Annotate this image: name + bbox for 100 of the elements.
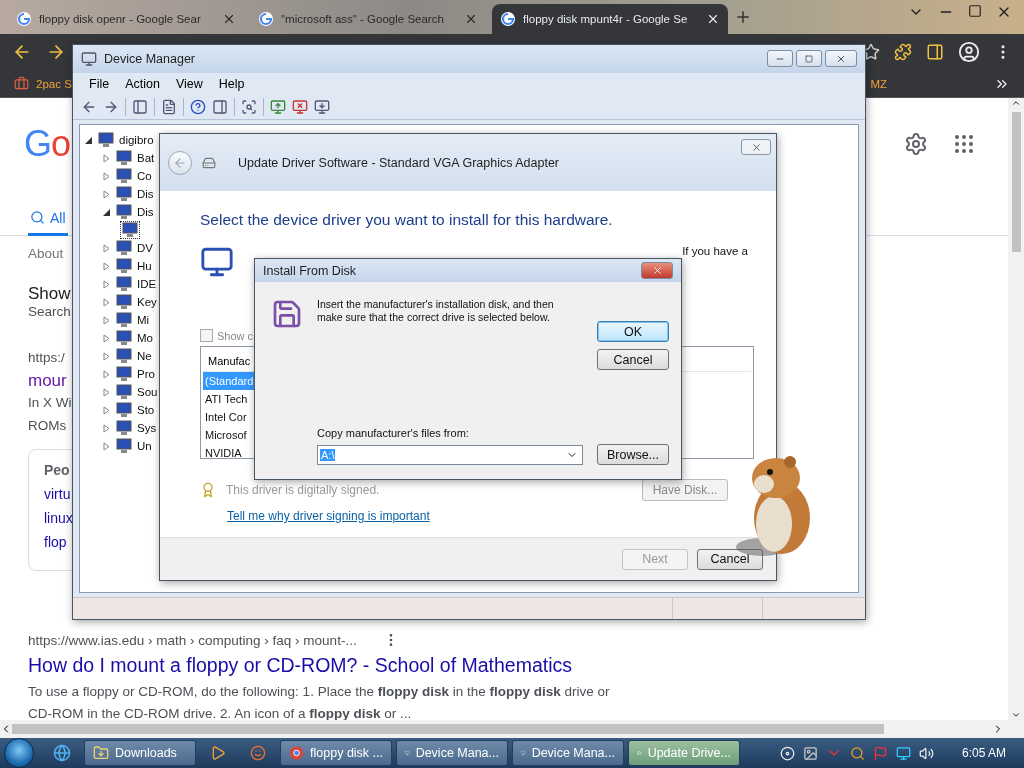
maximize-icon[interactable]	[968, 4, 982, 18]
tree-item-label[interactable]: Co	[137, 170, 152, 182]
close-button[interactable]	[641, 262, 673, 279]
browser-tab[interactable]: floppy disk openr - Google Sear	[8, 4, 244, 34]
collapsed-triangle-icon[interactable]	[103, 279, 111, 289]
tree-item-label[interactable]: Key	[137, 296, 157, 308]
browser-tab[interactable]: floppy disk mpunt4r - Google Se	[492, 4, 728, 34]
apps-icon[interactable]	[952, 132, 976, 156]
tree-item-label[interactable]: Sys	[137, 422, 157, 434]
scan-icon[interactable]	[241, 99, 257, 115]
sidebar-icon[interactable]	[926, 43, 944, 61]
profile-icon[interactable]	[958, 41, 980, 63]
cancel-button[interactable]: Cancel	[597, 349, 669, 370]
extensions-icon[interactable]	[894, 43, 912, 61]
scroll-up-icon[interactable]	[1011, 98, 1021, 108]
collapsed-triangle-icon[interactable]	[103, 351, 111, 361]
start-button[interactable]	[4, 738, 34, 768]
maximize-button[interactable]	[796, 50, 822, 67]
close-icon[interactable]	[464, 12, 478, 26]
search-icon[interactable]	[849, 745, 865, 761]
close-button[interactable]	[741, 139, 771, 155]
image-icon[interactable]	[802, 745, 818, 761]
ok-button[interactable]: OK	[597, 321, 669, 342]
collapsed-triangle-icon[interactable]	[103, 441, 111, 451]
tree-item-label[interactable]: Sto	[137, 404, 155, 416]
tree-item-label[interactable]: Un	[137, 440, 152, 452]
scroll-down-icon[interactable]	[1011, 710, 1021, 720]
collapsed-triangle-icon[interactable]	[103, 261, 111, 271]
list-item[interactable]: NVIDIA	[203, 444, 244, 458]
tree-item-label[interactable]: Hu	[137, 260, 152, 272]
collapsed-triangle-icon[interactable]	[103, 387, 111, 397]
device-icon	[115, 294, 133, 310]
checkbox[interactable]	[200, 329, 213, 342]
tree-item-label[interactable]: Pro	[137, 368, 155, 380]
collapsed-triangle-icon[interactable]	[103, 405, 111, 415]
tree-item-label[interactable]: Ne	[137, 350, 152, 362]
close-icon[interactable]	[706, 12, 720, 26]
taskbar-button[interactable]: Device Mana...	[512, 740, 624, 766]
taskbar-button[interactable]: Downloads	[84, 740, 196, 766]
collapsed-triangle-icon[interactable]	[103, 189, 111, 199]
settings-icon[interactable]	[904, 132, 928, 156]
tree-item-label[interactable]: digibro	[119, 134, 154, 146]
collapsed-triangle-icon[interactable]	[103, 153, 111, 163]
browse-button[interactable]: Browse...	[597, 444, 669, 465]
search-tab[interactable]: All	[28, 202, 68, 236]
collapsed-triangle-icon[interactable]	[103, 171, 111, 181]
collapsed-triangle-icon[interactable]	[103, 369, 111, 379]
tree-item-label[interactable]: Mi	[137, 314, 150, 326]
list-item[interactable]: Microsof	[203, 426, 249, 444]
collapsed-triangle-icon[interactable]	[103, 297, 111, 307]
collapsed-triangle-icon[interactable]	[103, 333, 111, 343]
scrollbar-thumb[interactable]	[1011, 112, 1021, 252]
taskbar-button[interactable]: Device Mana...	[396, 740, 508, 766]
collapsed-triangle-icon[interactable]	[103, 315, 111, 325]
speaker-icon[interactable]	[918, 745, 934, 761]
panel-icon[interactable]	[132, 99, 148, 115]
horizontal-scrollbar[interactable]	[0, 720, 1024, 738]
disable-icon[interactable]	[314, 99, 330, 115]
help-icon[interactable]	[190, 99, 206, 115]
collapsed-triangle-icon[interactable]	[103, 243, 111, 253]
result-title-link[interactable]: How do I mount a floppy or CD-ROM? - School of Mathematics	[28, 654, 573, 677]
result-title-link[interactable]: mour	[28, 371, 67, 391]
close-button[interactable]	[825, 50, 857, 67]
taskbar-button[interactable]: floppy disk ...	[280, 740, 392, 766]
update-icon[interactable]	[270, 99, 286, 115]
dialog-button[interactable]: Cancel	[697, 548, 763, 570]
menu-item[interactable]: Help	[212, 75, 251, 93]
flag-icon[interactable]	[872, 745, 888, 761]
expanded-triangle-icon[interactable]	[103, 207, 111, 217]
tree-item-label[interactable]: Dis	[137, 188, 154, 200]
tree-item-label[interactable]: Bat	[137, 152, 155, 164]
menu-item[interactable]: Action	[119, 75, 166, 93]
collapsed-triangle-icon[interactable]	[103, 423, 111, 433]
expanded-triangle-icon[interactable]	[85, 135, 93, 145]
bookmark-link[interactable]: 2pac S	[36, 77, 72, 90]
panel-icon[interactable]	[212, 99, 228, 115]
bookmark-link[interactable]: MZ	[870, 77, 887, 90]
close-icon[interactable]	[222, 12, 236, 26]
tree-item-label[interactable]: Dis	[137, 206, 154, 218]
minimize-button[interactable]	[767, 50, 793, 67]
scrollbar-thumb[interactable]	[12, 724, 884, 734]
back-icon[interactable]	[81, 99, 97, 115]
tree-item-label[interactable]: Mo	[137, 332, 153, 344]
document-icon[interactable]	[161, 99, 177, 115]
uninstall-icon[interactable]	[292, 99, 308, 115]
tree-item-label[interactable]: Sou	[137, 386, 158, 398]
dialog-message: Insert the manufacturer's installation disk, and then make sure that the correct drive is selected below.	[317, 298, 555, 324]
disc-icon[interactable]	[779, 745, 795, 761]
menu-item[interactable]: View	[169, 75, 209, 93]
forward-icon[interactable]	[103, 99, 119, 115]
browser-tab[interactable]: "microsoft ass" - Google Search	[250, 4, 486, 34]
tree-item-label[interactable]: IDE	[137, 278, 157, 290]
signing-link[interactable]: Tell me why driver signing is important	[227, 509, 430, 523]
monitor-icon[interactable]	[895, 745, 911, 761]
list-item[interactable]: Intel Cor	[203, 408, 249, 426]
new-tab-icon[interactable]	[734, 8, 752, 26]
list-item[interactable]: ATI Tech	[203, 390, 250, 408]
tree-item-label[interactable]: DV	[137, 242, 153, 254]
vertical-scrollbar[interactable]	[1008, 98, 1024, 720]
menu-item[interactable]: File	[83, 75, 116, 93]
